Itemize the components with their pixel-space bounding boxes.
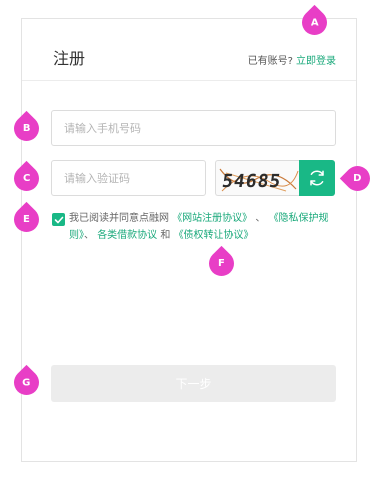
agreement-separator-1: 、 bbox=[255, 213, 266, 224]
page-title: 注册 bbox=[53, 49, 86, 68]
check-icon bbox=[54, 216, 63, 223]
next-step-button[interactable]: 下一步 bbox=[51, 365, 336, 402]
agreement-checkbox[interactable] bbox=[52, 213, 65, 226]
refresh-captcha-button[interactable] bbox=[299, 160, 335, 196]
transfer-agreement-link[interactable]: 《债权转让协议》 bbox=[174, 230, 254, 241]
phone-input[interactable] bbox=[51, 110, 336, 146]
refresh-icon bbox=[310, 170, 324, 186]
site-agreement-link[interactable]: 《网站注册协议》 bbox=[172, 213, 252, 224]
captcha-image[interactable]: 54685 bbox=[215, 160, 299, 196]
agreement-and: 和 bbox=[160, 230, 171, 241]
login-hint: 已有账号? 立即登录 bbox=[248, 52, 336, 67]
login-link[interactable]: 立即登录 bbox=[296, 56, 336, 67]
captcha-graphic: 54685 bbox=[219, 168, 299, 192]
loan-agreement-link[interactable]: 各类借款协议 bbox=[97, 230, 157, 241]
agreement-text: 我已阅读并同意点融网 《网站注册协议》 、 《隐私保护规则》、 各类借款协议 和… bbox=[69, 210, 347, 244]
captcha-text: 54685 bbox=[221, 171, 283, 192]
login-prompt: 已有账号? bbox=[247, 56, 293, 67]
agreement-prefix: 我已阅读并同意点融网 bbox=[69, 213, 169, 224]
verification-code-input[interactable] bbox=[51, 160, 206, 196]
agreement-separator-2: 、 bbox=[84, 230, 94, 241]
